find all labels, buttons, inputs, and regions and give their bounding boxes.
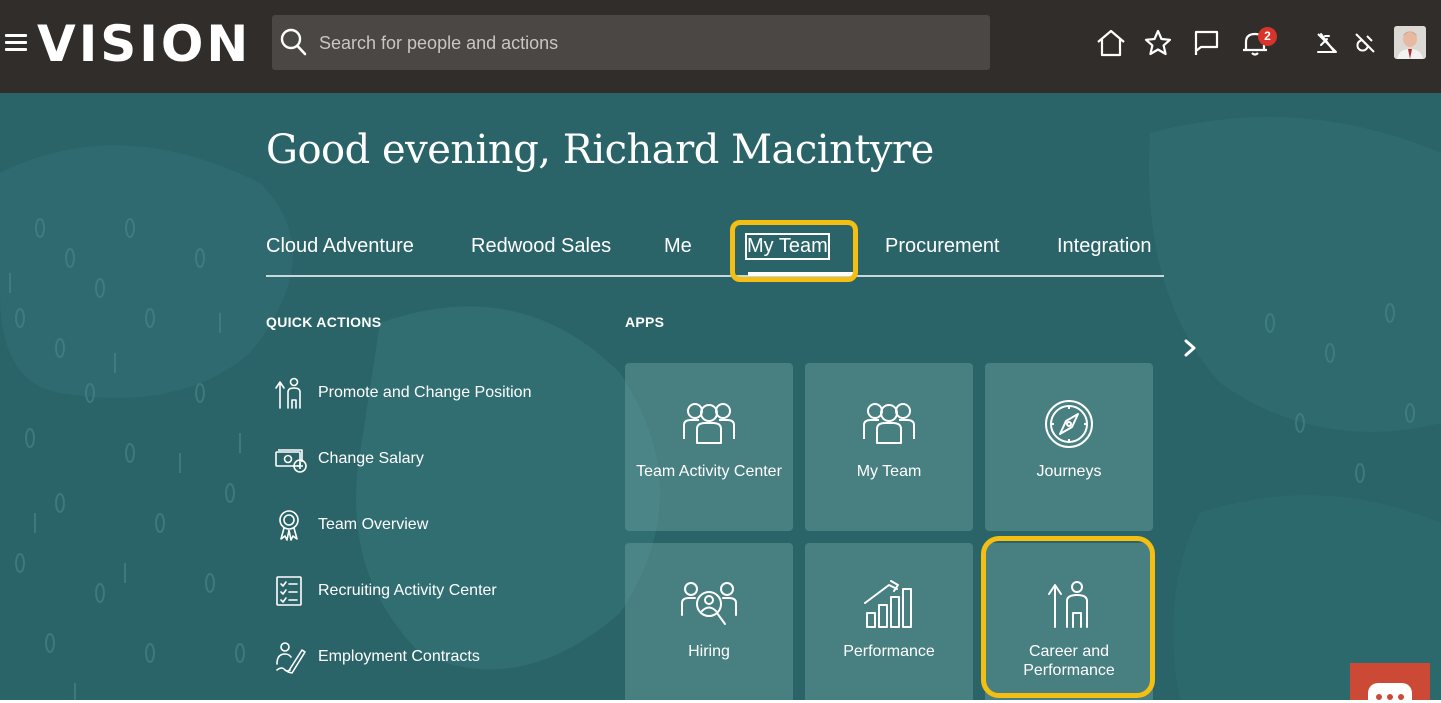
- contract-signature-icon: [276, 642, 306, 674]
- star-icon[interactable]: [1143, 28, 1173, 58]
- global-search[interactable]: [272, 15, 990, 72]
- quick-action-label: Team Overview: [318, 516, 429, 533]
- app-tile-label: Journeys: [1036, 463, 1102, 480]
- tab-procurement[interactable]: Procurement: [885, 235, 1000, 258]
- app-tile-label: Team Activity Center: [636, 463, 782, 480]
- quick-actions-title: QUICK ACTIONS: [266, 314, 382, 330]
- app-tile-performance[interactable]: Performance: [805, 543, 973, 700]
- checklist-icon: [276, 576, 302, 606]
- quick-action-promote-change-position[interactable]: Promote and Change Position: [274, 374, 554, 414]
- tab-integration[interactable]: Integration: [1057, 235, 1152, 258]
- home-content-area: Good evening, Richard Macintyre Cloud Ad…: [0, 93, 1441, 700]
- app-tile-hiring[interactable]: Hiring: [625, 543, 793, 700]
- vision-logo[interactable]: VISION: [37, 14, 251, 74]
- compass-icon: [1045, 400, 1093, 448]
- chevron-right-icon[interactable]: [1180, 333, 1202, 363]
- flag-icon[interactable]: [1192, 28, 1222, 58]
- award-ribbon-icon: [279, 510, 299, 541]
- springboard-tabs: Cloud Adventure Redwood Sales Me My Team…: [266, 223, 1164, 278]
- promote-icon: [275, 377, 301, 409]
- greeting-heading: Good evening, Richard Macintyre: [266, 127, 934, 173]
- quick-action-recruiting-activity-center[interactable]: Recruiting Activity Center: [274, 572, 524, 612]
- disabled-tool-icon[interactable]: [1350, 28, 1380, 58]
- highlight-my-team-tab: [730, 220, 858, 282]
- hiring-search-icon: [681, 582, 737, 625]
- tab-redwood-sales[interactable]: Redwood Sales: [471, 235, 611, 258]
- app-tile-label: My Team: [856, 463, 922, 480]
- search-icon: [280, 28, 307, 56]
- unsupported-tool-icon[interactable]: [1312, 28, 1342, 58]
- app-tile-my-team[interactable]: My Team: [805, 363, 973, 531]
- tabs-baseline: [266, 275, 1164, 277]
- bar-chart-growth-icon: [864, 580, 912, 628]
- app-tile-label: Hiring: [688, 643, 730, 660]
- tab-cloud-adventure[interactable]: Cloud Adventure: [266, 235, 414, 258]
- digital-assistant-button[interactable]: [1350, 663, 1430, 700]
- quick-action-label: Promote and Change Position: [318, 384, 532, 401]
- quick-action-team-overview[interactable]: Team Overview: [274, 506, 454, 546]
- quick-action-label: Employment Contracts: [318, 648, 480, 665]
- team-group-icon: [683, 403, 735, 444]
- app-tile-team-activity-center[interactable]: Team Activity Center: [625, 363, 793, 531]
- quick-action-change-salary[interactable]: Change Salary: [274, 440, 454, 480]
- notification-count-badge: 2: [1258, 27, 1277, 46]
- home-icon[interactable]: [1096, 28, 1126, 58]
- tab-me[interactable]: Me: [664, 235, 692, 258]
- chat-bubble-icon: [1368, 683, 1412, 700]
- quick-action-employment-contracts[interactable]: Employment Contracts: [274, 638, 504, 678]
- global-header: VISION 2: [0, 0, 1441, 93]
- team-group-icon: [863, 403, 915, 444]
- app-tile-label: Performance: [843, 643, 935, 660]
- app-tile-journeys[interactable]: Journeys: [985, 363, 1153, 531]
- quick-action-label: Recruiting Activity Center: [318, 582, 497, 599]
- user-photo-icon: [1394, 26, 1426, 59]
- search-input[interactable]: [317, 15, 981, 72]
- quick-action-label: Change Salary: [318, 450, 424, 467]
- user-avatar[interactable]: [1394, 26, 1426, 59]
- navigator-menu-icon[interactable]: [5, 34, 27, 52]
- highlight-career-and-performance: [981, 536, 1155, 698]
- apps-title: APPS: [625, 314, 665, 330]
- salary-icon: [275, 449, 307, 473]
